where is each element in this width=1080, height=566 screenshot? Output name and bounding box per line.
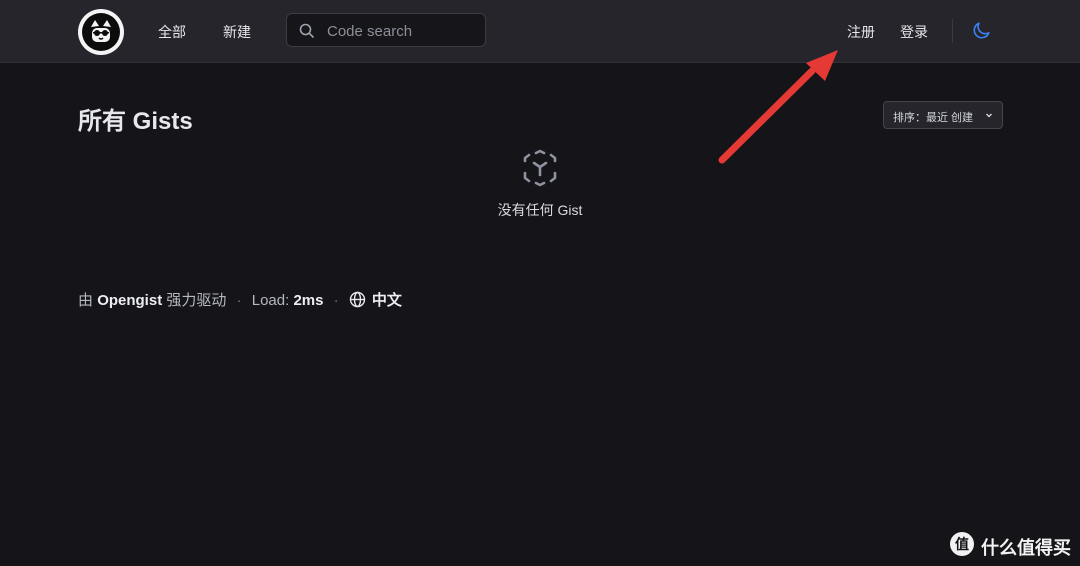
annotation-arrow-icon <box>718 50 838 164</box>
svg-text:值: 值 <box>955 536 969 553</box>
watermark-logo-icon: 值 <box>950 532 974 556</box>
watermark-text: 什么值得买 <box>981 538 1071 558</box>
